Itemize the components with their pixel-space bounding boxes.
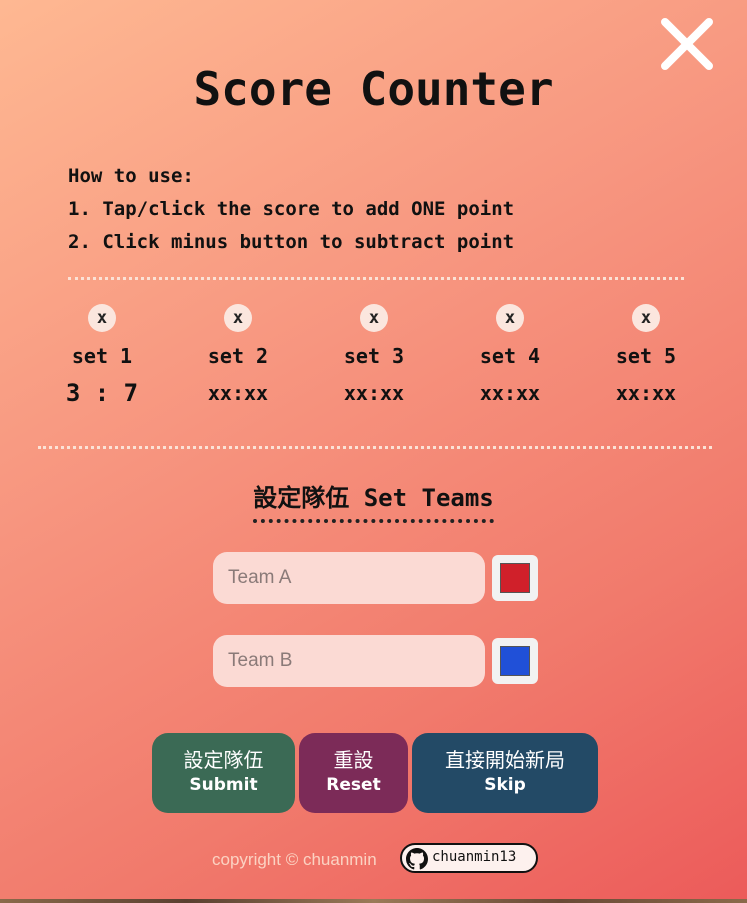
submit-button[interactable]: 設定隊伍 Submit xyxy=(152,733,295,813)
team-b-row xyxy=(213,635,543,689)
skip-button[interactable]: 直接開始新局 Skip xyxy=(412,733,598,813)
instructions: How to use: 1. Tap/click the score to ad… xyxy=(68,160,514,259)
footer: copyright © chuanmin chuanmin13 xyxy=(0,842,747,874)
submit-label-en: Submit xyxy=(189,775,258,795)
set-3: x set 3 xx:xx xyxy=(306,304,442,407)
skip-label-en: Skip xyxy=(484,775,526,795)
set-5: x set 5 xx:xx xyxy=(578,304,714,407)
set-score: xx:xx xyxy=(615,381,677,405)
team-a-row xyxy=(213,552,543,606)
page-bottom-edge xyxy=(0,899,747,903)
instructions-heading: How to use: xyxy=(68,165,194,187)
team-b-color-picker[interactable] xyxy=(492,638,538,684)
set-4: x set 4 xx:xx xyxy=(442,304,578,407)
set-score: 3 : 7 xyxy=(65,379,139,407)
set-label: set 1 xyxy=(71,344,133,368)
team-b-input[interactable] xyxy=(213,635,485,687)
github-username: chuanmin13 xyxy=(432,849,517,865)
divider xyxy=(38,446,712,449)
set-score: xx:xx xyxy=(479,381,541,405)
set-2: x set 2 xx:xx xyxy=(170,304,306,407)
instruction-step-2: 2. Click minus button to subtract point xyxy=(68,231,515,253)
divider xyxy=(68,277,684,280)
instruction-step-1: 1. Tap/click the score to add ONE point xyxy=(68,198,515,220)
github-icon xyxy=(406,848,428,870)
team-a-color-picker[interactable] xyxy=(492,555,538,601)
skip-label-zh: 直接開始新局 xyxy=(445,748,565,772)
remove-set-button[interactable]: x xyxy=(88,304,116,332)
score-counter-panel: Score Counter How to use: 1. Tap/click t… xyxy=(0,0,747,899)
reset-label-zh: 重設 xyxy=(333,748,374,772)
set-teams-heading: 設定隊伍 Set Teams xyxy=(0,478,747,523)
team-b-color-swatch xyxy=(500,646,530,676)
team-a-color-swatch xyxy=(500,563,530,593)
set-score: xx:xx xyxy=(207,381,269,405)
remove-set-button[interactable]: x xyxy=(360,304,388,332)
team-a-input[interactable] xyxy=(213,552,485,604)
set-scores: x set 1 3 : 7 x set 2 xx:xx x set 3 xx:x… xyxy=(34,304,714,414)
set-label: set 4 xyxy=(479,344,541,368)
set-1: x set 1 3 : 7 xyxy=(34,304,170,407)
set-label: set 5 xyxy=(615,344,677,368)
page-title: Score Counter xyxy=(193,62,554,116)
remove-set-button[interactable]: x xyxy=(632,304,660,332)
set-score: xx:xx xyxy=(343,381,405,405)
reset-button[interactable]: 重設 Reset xyxy=(299,733,408,813)
copyright-text: copyright © chuanmin xyxy=(212,850,377,869)
submit-label-zh: 設定隊伍 xyxy=(183,748,264,772)
remove-set-button[interactable]: x xyxy=(224,304,252,332)
set-teams-title: 設定隊伍 Set Teams xyxy=(253,478,494,523)
reset-label-en: Reset xyxy=(326,775,381,795)
github-link[interactable]: chuanmin13 xyxy=(400,843,538,873)
remove-set-button[interactable]: x xyxy=(496,304,524,332)
set-label: set 2 xyxy=(207,344,269,368)
set-label: set 3 xyxy=(343,344,405,368)
